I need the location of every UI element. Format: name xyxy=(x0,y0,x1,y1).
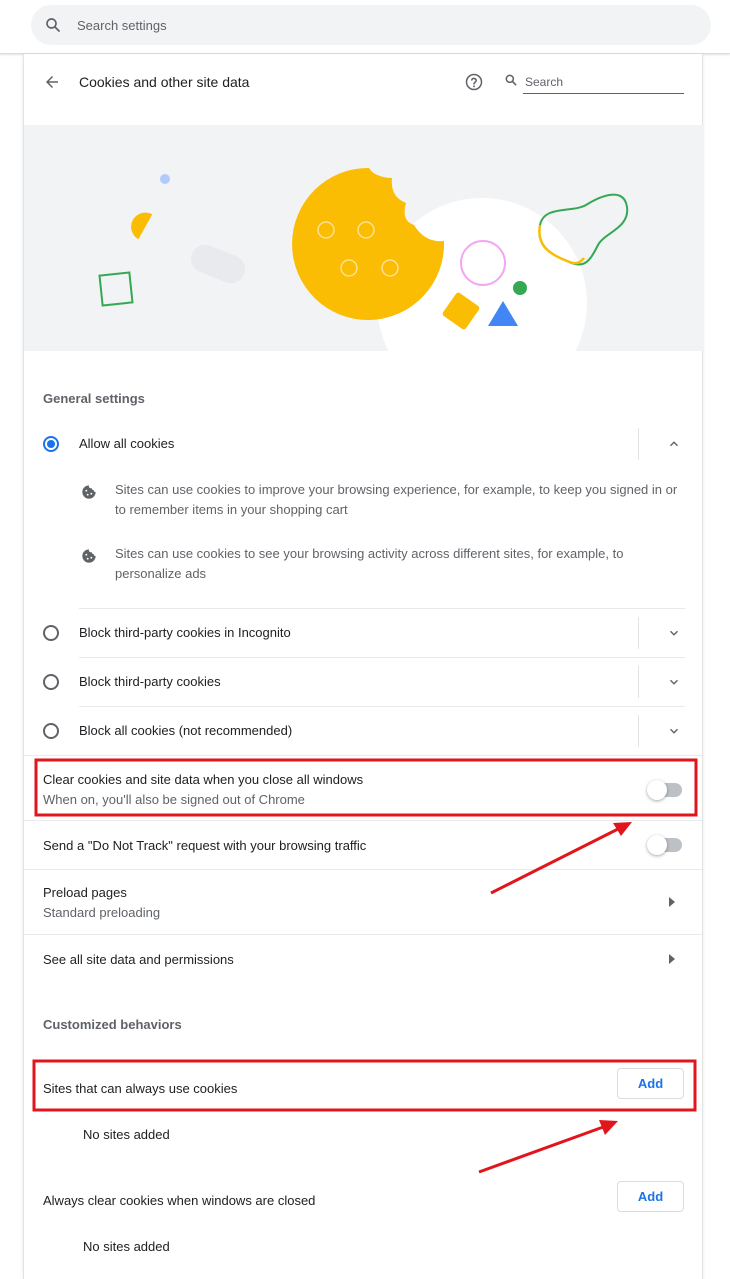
clear-on-close-row[interactable]: Clear cookies and site data when you clo… xyxy=(24,756,704,820)
square-green-outline xyxy=(98,271,134,307)
separator xyxy=(638,666,639,698)
arrow-right-icon[interactable] xyxy=(665,952,679,966)
expand-button[interactable] xyxy=(662,621,686,645)
search-settings-input[interactable] xyxy=(75,16,635,34)
search-icon xyxy=(504,73,518,92)
always-allow-row: Sites that can always use cookies Add xyxy=(24,1066,704,1110)
search-settings-box[interactable] xyxy=(31,5,711,45)
do-not-track-row[interactable]: Send a "Do Not Track" request with your … xyxy=(24,821,704,869)
cookie-yellow xyxy=(292,167,445,320)
subpage-search[interactable] xyxy=(504,70,684,94)
bullet-text: Sites can use cookies to improve your br… xyxy=(115,482,678,517)
expand-button[interactable] xyxy=(662,719,686,743)
setting-label: Clear cookies and site data when you clo… xyxy=(43,772,364,787)
radio-label: Allow all cookies xyxy=(79,436,175,451)
radio-button[interactable] xyxy=(43,674,59,690)
page-title: Cookies and other site data xyxy=(79,74,250,90)
half-circle-yellow xyxy=(131,212,153,240)
cookies-illustration xyxy=(24,125,704,351)
general-settings-heading: General settings xyxy=(43,391,145,406)
dot-blue xyxy=(160,174,170,184)
separator xyxy=(638,715,639,747)
radio-button[interactable] xyxy=(43,625,59,641)
always-clear-row: Always clear cookies when windows are cl… xyxy=(24,1178,704,1222)
setting-label: Preload pages xyxy=(43,885,127,900)
radio-block-third-party[interactable]: Block third-party cookies xyxy=(24,658,704,706)
radio-block-all-cookies[interactable]: Block all cookies (not recommended) xyxy=(24,707,704,755)
expand-button[interactable] xyxy=(662,670,686,694)
radio-label: Block third-party cookies xyxy=(79,674,221,689)
radio-allow-all-cookies[interactable]: Allow all cookies xyxy=(24,420,704,468)
add-clear-site-button[interactable]: Add xyxy=(617,1181,684,1212)
help-icon xyxy=(465,73,483,91)
customized-behaviors-heading: Customized behaviors xyxy=(43,1017,182,1032)
back-button[interactable] xyxy=(40,70,64,94)
clear-on-close-toggle[interactable] xyxy=(647,780,682,800)
chevron-down-icon xyxy=(670,679,678,685)
separator xyxy=(638,617,639,649)
see-all-site-data-row[interactable]: See all site data and permissions xyxy=(24,935,704,983)
radio-button[interactable] xyxy=(43,723,59,739)
preload-pages-row[interactable]: Preload pages Standard preloading xyxy=(24,870,704,934)
radio-block-third-party-incognito[interactable]: Block third-party cookies in Incognito xyxy=(24,609,704,657)
settings-top-bar xyxy=(0,0,730,54)
dot-green xyxy=(513,281,527,295)
setting-label: Send a "Do Not Track" request with your … xyxy=(43,838,367,853)
add-allowed-site-button[interactable]: Add xyxy=(617,1068,684,1099)
chevron-up-icon xyxy=(670,441,678,447)
radio-button-checked[interactable] xyxy=(43,436,59,452)
bullet-track-activity: Sites can use cookies to see your browsi… xyxy=(24,544,704,588)
chevron-down-icon xyxy=(670,630,678,636)
arrow-right-icon[interactable] xyxy=(665,895,679,909)
back-arrow-icon xyxy=(46,76,58,88)
no-sites-added: No sites added xyxy=(83,1239,170,1254)
subpage-header: Cookies and other site data xyxy=(24,54,704,114)
radio-label: Block third-party cookies in Incognito xyxy=(79,625,291,640)
subpage-search-input[interactable] xyxy=(523,70,684,94)
chevron-down-icon xyxy=(670,728,678,734)
cookie-icon xyxy=(81,484,97,505)
collapse-button[interactable] xyxy=(662,432,686,456)
setting-sublabel: Standard preloading xyxy=(43,905,161,920)
setting-sublabel: When on, you'll also be signed out of Ch… xyxy=(43,792,305,807)
setting-label: Sites that can always use cookies xyxy=(43,1081,238,1096)
search-icon xyxy=(31,16,75,34)
cookie-icon xyxy=(81,548,97,569)
cookies-settings-card: Cookies and other site data Search Gener… xyxy=(23,54,704,1279)
radio-label: Block all cookies (not recommended) xyxy=(79,723,293,738)
separator xyxy=(638,428,639,460)
setting-label: See all site data and permissions xyxy=(43,952,234,967)
bullet-improve-experience: Sites can use cookies to improve your br… xyxy=(24,480,704,524)
bullet-text: Sites can use cookies to see your browsi… xyxy=(115,546,624,581)
setting-label: Always clear cookies when windows are cl… xyxy=(43,1193,316,1208)
no-sites-added: No sites added xyxy=(83,1127,170,1142)
do-not-track-toggle[interactable] xyxy=(647,835,682,855)
pill-gray xyxy=(191,244,245,284)
help-button[interactable] xyxy=(462,70,486,94)
